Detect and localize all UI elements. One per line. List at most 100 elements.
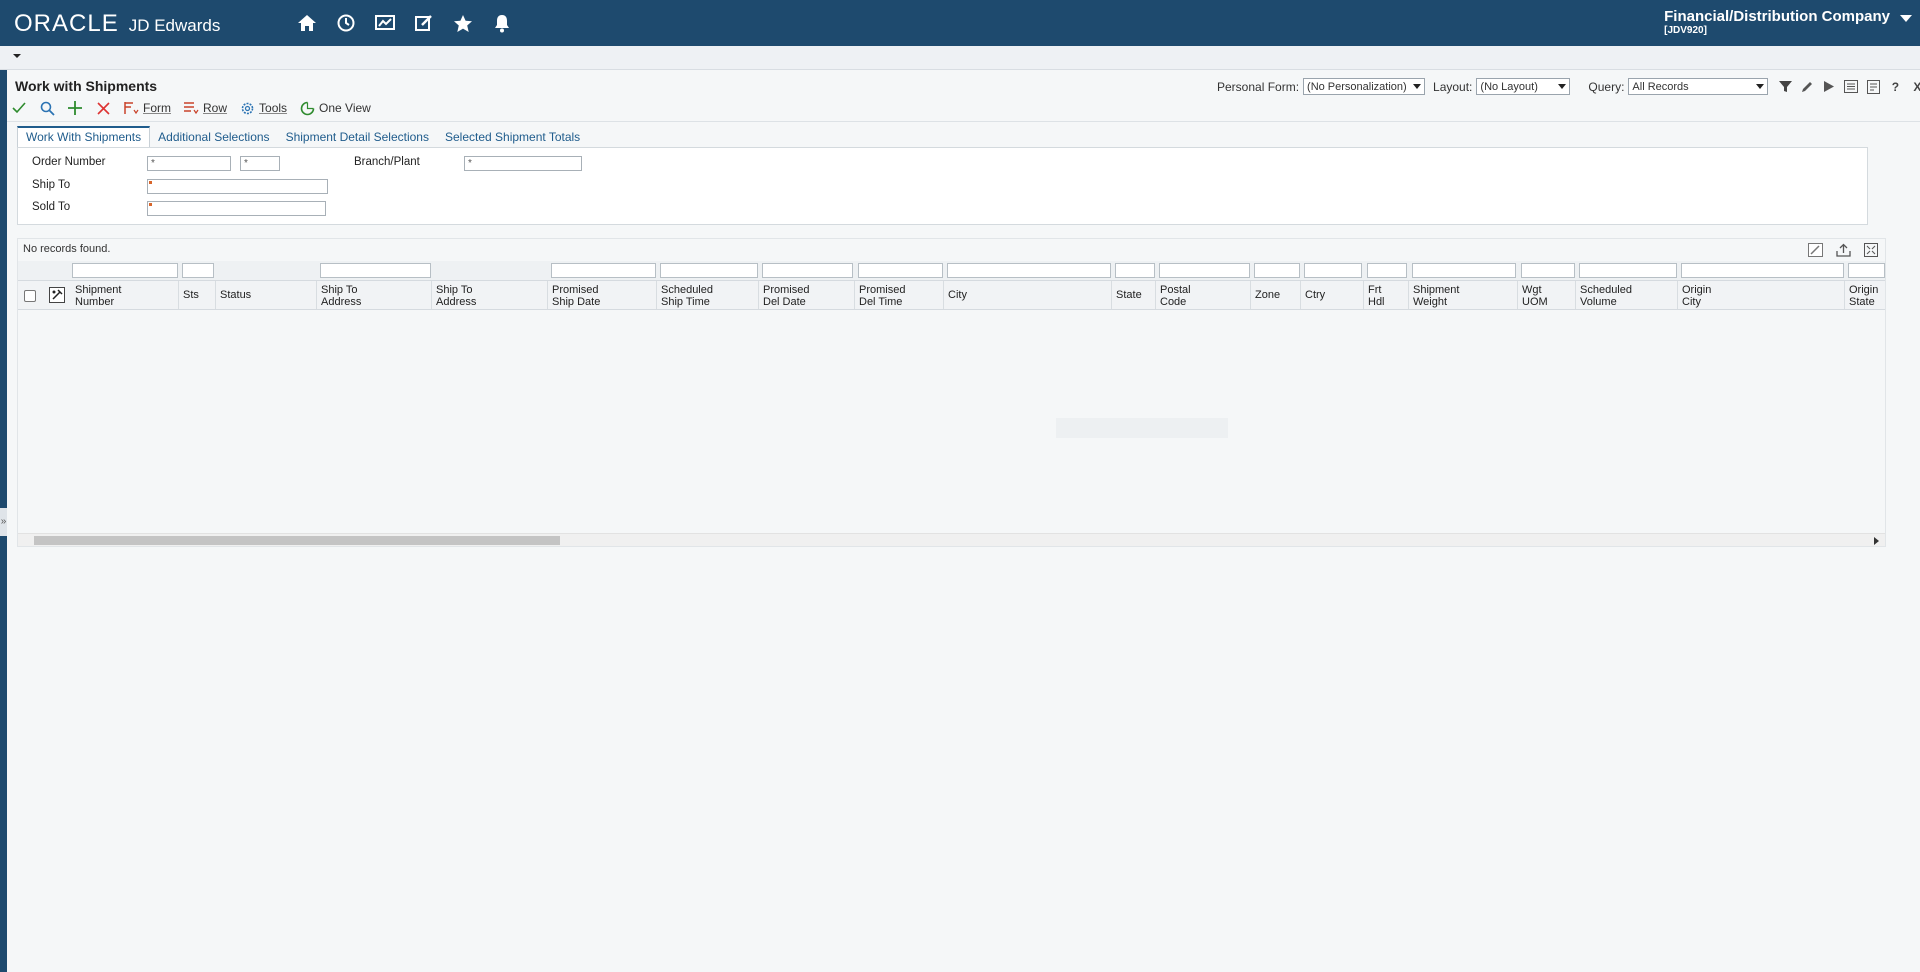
document-icon[interactable] <box>1866 79 1880 94</box>
query-select[interactable]: All Records <box>1628 78 1769 95</box>
column-header-status[interactable]: Status <box>216 281 317 309</box>
tab-work-with-shipments[interactable]: Work With Shipments <box>17 126 151 147</box>
tab-selected-shipment-totals[interactable]: Selected Shipment Totals <box>437 128 588 147</box>
query-value: All Records <box>1632 80 1689 93</box>
sold-to-label: Sold To <box>32 201 71 213</box>
oracle-logo-text: ORACLE <box>14 10 119 37</box>
carousel-toggle-icon[interactable] <box>13 54 21 58</box>
page-title: Work with Shipments <box>15 78 158 94</box>
column-header-scheduled-ship-time[interactable]: Scheduled Ship Time <box>657 281 759 309</box>
watchlist-icon[interactable] <box>373 11 397 35</box>
header-line: Ship To <box>436 284 473 296</box>
filter-input[interactable] <box>947 263 1111 278</box>
edit-query-icon[interactable] <box>1800 80 1814 94</box>
add-plus-icon[interactable] <box>67 100 83 116</box>
column-header-promised-ship-date[interactable]: Promised Ship Date <box>548 281 657 309</box>
environment-name: [JDV920] <box>1664 25 1707 36</box>
filter-input[interactable] <box>1681 263 1844 278</box>
filter-input[interactable] <box>1115 263 1155 278</box>
one-view-button[interactable]: One View <box>299 100 371 116</box>
filter-input[interactable] <box>551 263 656 278</box>
notifications-icon[interactable] <box>490 11 514 35</box>
column-header-ship-to-address[interactable]: Ship To Address <box>317 281 432 309</box>
maximize-grid-icon[interactable] <box>1863 242 1879 258</box>
expand-panel-icon[interactable]: » <box>0 508 7 536</box>
company-selector[interactable]: Financial/Distribution Company [JDV920] <box>1664 8 1890 36</box>
personal-form-label: Personal Form: <box>1217 79 1300 94</box>
tab-additional-selections[interactable]: Additional Selections <box>150 128 277 147</box>
tab-shipment-detail-selections[interactable]: Shipment Detail Selections <box>278 128 437 147</box>
run-query-icon[interactable] <box>1822 80 1836 94</box>
filter-input[interactable] <box>1579 263 1677 278</box>
column-header-shipment-number[interactable]: Shipment Number <box>71 281 179 309</box>
column-header-state[interactable]: State <box>1112 281 1156 309</box>
filter-input[interactable] <box>762 263 853 278</box>
sold-to-input[interactable] <box>147 201 326 216</box>
scrollbar-thumb[interactable] <box>34 536 560 545</box>
column-header-postal-code[interactable]: Postal Code <box>1156 281 1251 309</box>
tools-menu-button[interactable]: Tools <box>239 100 287 116</box>
find-search-icon[interactable] <box>39 100 55 116</box>
header-line: Zone <box>1255 289 1281 301</box>
chevron-down-icon[interactable] <box>1900 12 1912 26</box>
form-exit-icon <box>123 100 139 116</box>
filter-input[interactable] <box>1304 263 1362 278</box>
header-line: State <box>1849 296 1875 308</box>
scroll-right-icon[interactable] <box>1874 537 1879 545</box>
select-all-checkbox[interactable] <box>24 290 36 302</box>
help-icon[interactable]: ? <box>1888 80 1902 94</box>
select-checkmark-icon[interactable] <box>11 100 27 116</box>
order-type-input[interactable]: * <box>240 156 280 171</box>
close-icon[interactable]: X <box>1910 80 1920 94</box>
form-menu-button[interactable]: Form <box>123 100 171 116</box>
list-view-icon[interactable] <box>1844 80 1859 94</box>
layout-select[interactable]: (No Layout) <box>1476 78 1571 95</box>
cancel-x-icon[interactable] <box>95 100 111 116</box>
column-header-scheduled-volume[interactable]: Scheduled Volume <box>1576 281 1678 309</box>
column-header-frt-hdl[interactable]: Frt Hdl <box>1364 281 1409 309</box>
row-menu-button[interactable]: Row <box>183 100 227 116</box>
recent-icon[interactable] <box>334 11 358 35</box>
filter-input[interactable] <box>1254 263 1300 278</box>
favorites-icon[interactable] <box>451 11 475 35</box>
column-header-origin-city[interactable]: Origin City <box>1678 281 1845 309</box>
filter-input[interactable] <box>1848 263 1885 278</box>
filter-input[interactable] <box>660 263 758 278</box>
form-menu-label: Form <box>143 101 171 115</box>
oracle-jde-logo[interactable]: ORACLE JD Edwards <box>14 10 220 38</box>
filter-icon[interactable] <box>1778 80 1792 94</box>
ship-to-input[interactable] <box>147 179 328 194</box>
home-icon[interactable] <box>295 11 319 35</box>
company-name: Financial/Distribution Company <box>1664 8 1890 25</box>
column-header-zone[interactable]: Zone <box>1251 281 1301 309</box>
header-line: Wgt <box>1522 284 1542 296</box>
filter-input[interactable] <box>72 263 178 278</box>
order-number-input[interactable]: * <box>147 156 231 171</box>
filter-input[interactable] <box>1159 263 1250 278</box>
export-icon[interactable] <box>1835 242 1851 258</box>
column-header-promised-del-date[interactable]: Promised Del Date <box>759 281 855 309</box>
filter-input[interactable] <box>1412 263 1516 278</box>
horizontal-scrollbar[interactable] <box>18 533 1885 546</box>
column-header-wgt-uom[interactable]: Wgt UOM <box>1518 281 1576 309</box>
column-header-sts[interactable]: Sts <box>179 281 216 309</box>
grid-formats-icon[interactable] <box>49 287 65 303</box>
filter-input[interactable] <box>1521 263 1575 278</box>
personal-form-select[interactable]: (No Personalization) <box>1303 78 1426 95</box>
branch-plant-input[interactable]: * <box>464 156 582 171</box>
filter-input[interactable] <box>858 263 943 278</box>
column-header-promised-del-time[interactable]: Promised Del Time <box>855 281 944 309</box>
filter-input[interactable] <box>182 263 214 278</box>
filter-input[interactable] <box>320 263 431 278</box>
column-header-city[interactable]: City <box>944 281 1112 309</box>
header-line: Del Date <box>763 296 806 308</box>
column-header-origin-state[interactable]: Origin State <box>1845 281 1885 309</box>
grid-tools <box>1807 242 1879 258</box>
filter-input[interactable] <box>1367 263 1407 278</box>
column-header-ctry[interactable]: Ctry <box>1301 281 1364 309</box>
column-header-ship-to-address-2[interactable]: Ship To Address <box>432 281 548 309</box>
grid-customize-icon[interactable] <box>1807 242 1823 258</box>
header-line: Number <box>75 296 115 308</box>
edit-icon[interactable] <box>412 11 436 35</box>
column-header-shipment-weight[interactable]: Shipment Weight <box>1409 281 1518 309</box>
